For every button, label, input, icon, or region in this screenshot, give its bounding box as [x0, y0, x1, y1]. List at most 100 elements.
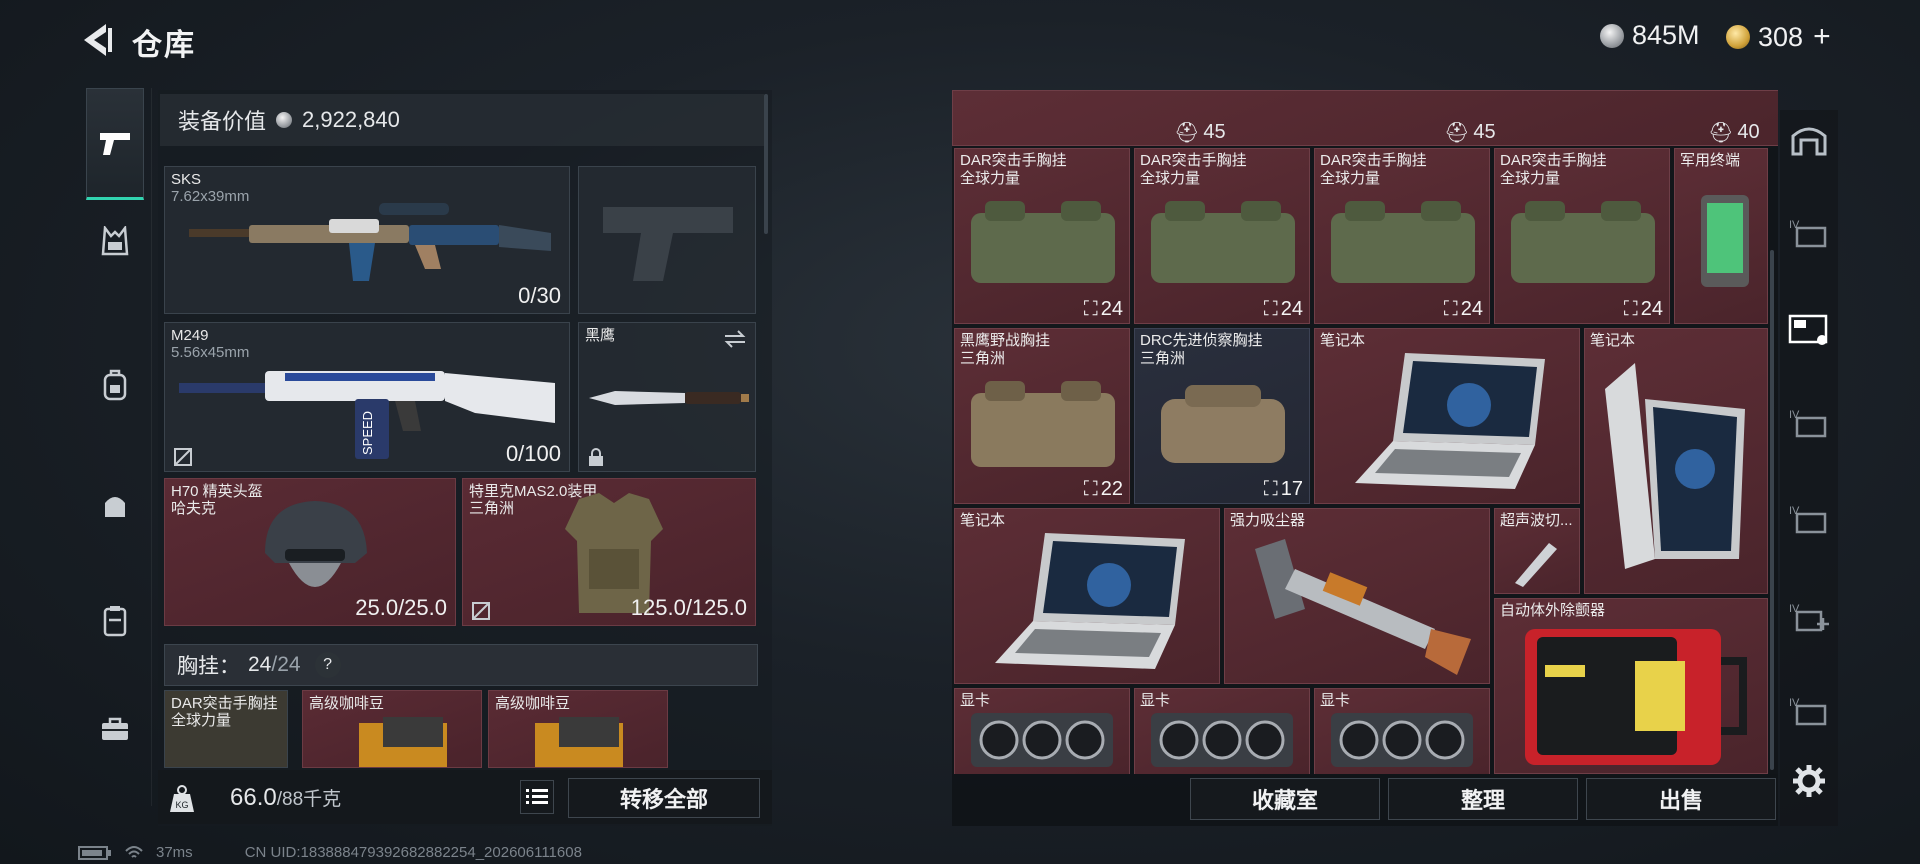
tab-level-4-b[interactable]: IV — [1786, 400, 1832, 446]
item-name: 笔记本 — [960, 512, 1006, 529]
rig-item-name: DAR突击手胸挂 — [171, 695, 278, 712]
nav-chest-rig[interactable] — [86, 212, 144, 270]
armor-durability: 125.0/125.0 — [630, 595, 747, 620]
rig-item-faction: 全球力量 — [171, 712, 232, 729]
chest-rig-image — [1161, 385, 1285, 463]
warehouse-item[interactable]: 笔记本 — [954, 508, 1220, 684]
warehouse-item[interactable]: DAR突击手胸挂 全球力量 ⛶ 24 — [1134, 148, 1310, 324]
back-button[interactable] — [78, 20, 114, 60]
warehouse-item[interactable]: 显卡 — [954, 688, 1130, 774]
tab-level-4-d[interactable]: IV — [1786, 594, 1832, 640]
primary-weapon-slot[interactable]: SKS 7.62x39mm 0/30 — [164, 166, 570, 314]
sell-button[interactable]: 出售 — [1586, 778, 1776, 820]
item-name: 强力吸尘器 — [1230, 512, 1306, 529]
chest-rig-image — [1511, 201, 1655, 283]
swap-icon[interactable] — [723, 329, 747, 349]
item-name: DAR突击手胸挂 — [1320, 152, 1427, 169]
no-insurance-icon — [472, 602, 490, 620]
storage-tier-icon: IV — [1789, 697, 1827, 726]
gold-currency[interactable]: 308 + — [1726, 20, 1831, 54]
item-name: DAR突击手胸挂 — [960, 152, 1067, 169]
list-view-button[interactable] — [520, 780, 554, 814]
storage-tier-add-icon: IV — [1789, 603, 1829, 632]
gold-coin-icon — [1726, 25, 1750, 49]
storage-tier-icon: IV — [1789, 409, 1827, 438]
rig-item[interactable]: 高级咖啡豆 — [302, 690, 482, 768]
chest-rig-small-icon: ⛑ — [1174, 122, 1200, 144]
laptop-image — [995, 533, 1185, 669]
item-name: 笔记本 — [1590, 332, 1636, 349]
warehouse-item[interactable]: 显卡 — [1314, 688, 1490, 774]
warehouse-item[interactable]: 强力吸尘器 — [1224, 508, 1490, 684]
chest-rig-bar: 胸挂： 24/24 ? — [164, 644, 758, 686]
warehouse-item[interactable]: DAR突击手胸挂 全球力量 ⛶ 24 — [1494, 148, 1670, 324]
secondary-weapon-slot[interactable]: M249 5.56x45mm SPEED 0/100 — [164, 322, 570, 472]
item-count: 24 — [1460, 298, 1483, 320]
gear-icon — [1793, 765, 1825, 797]
chest-rig-small-icon: ⛶ — [1443, 298, 1458, 320]
melee-slot[interactable]: 黑鹰 — [578, 322, 756, 472]
sks-rifle-image — [189, 203, 551, 281]
add-currency-icon[interactable]: + — [1813, 20, 1831, 54]
chest-rig-capacity: 24/24 — [248, 653, 301, 676]
ultrasonic-cutter-image — [1515, 543, 1557, 587]
tab-level-4-e[interactable]: IV — [1786, 688, 1832, 734]
pouch-icon — [105, 497, 125, 517]
warehouse-item[interactable]: 超声波切... — [1494, 508, 1580, 594]
item-count: 24 — [1280, 298, 1303, 320]
helmet-slot[interactable]: H70 精英头盔 哈夫克 25.0/25.0 — [164, 478, 456, 626]
graphics-card-image — [971, 713, 1113, 767]
warehouse-scrollbar[interactable] — [1770, 250, 1774, 770]
chest-rig-icon — [101, 226, 129, 256]
warehouse-item[interactable]: 军用终端 — [1674, 148, 1768, 324]
item-name: 笔记本 — [1320, 332, 1366, 349]
storage-tier-icon: IV — [1789, 219, 1827, 248]
settings-button[interactable] — [1786, 758, 1832, 804]
chest-rig-image — [1151, 201, 1295, 283]
svg-text:KG: KG — [175, 800, 188, 810]
graphics-card-image — [1151, 713, 1293, 767]
collection-room-button[interactable]: 收藏室 — [1190, 778, 1380, 820]
help-icon[interactable]: ? — [314, 652, 341, 678]
warehouse-item[interactable]: DRC先进侦察胸挂 三角洲 ⛶ 17 — [1134, 328, 1310, 504]
tab-level-4-a[interactable]: IV — [1786, 210, 1832, 256]
warehouse-arch-icon — [1791, 127, 1827, 156]
rig-item[interactable]: DAR突击手胸挂 全球力量 — [164, 690, 288, 768]
weapon-name: SKS — [171, 171, 202, 188]
rig-item[interactable]: 高级咖啡豆 — [488, 690, 668, 768]
rig-item-name: 高级咖啡豆 — [309, 695, 385, 712]
item-count: 17 — [1280, 478, 1303, 500]
warehouse-item[interactable]: DAR突击手胸挂 全球力量 ⛶ 24 — [1314, 148, 1490, 324]
tab-level-4-c[interactable]: IV — [1786, 496, 1832, 542]
item-count: 22 — [1100, 478, 1123, 500]
organize-button[interactable]: 整理 — [1388, 778, 1578, 820]
tab-all[interactable] — [1786, 116, 1832, 162]
item-faction: 三角洲 — [960, 350, 1006, 367]
svg-text:SPEED: SPEED — [360, 411, 375, 455]
warehouse-item[interactable]: 黑鹰野战胸挂 三角洲 ⛶ 22 — [954, 328, 1130, 504]
pistol-slot[interactable] — [578, 166, 756, 314]
nav-case[interactable] — [86, 592, 144, 650]
warehouse-item[interactable]: 自动体外除颤器 — [1494, 598, 1768, 774]
equipment-scrollbar[interactable] — [764, 94, 768, 234]
tab-expansion[interactable] — [1786, 306, 1832, 352]
warehouse-item[interactable]: 笔记本 — [1584, 328, 1768, 594]
transfer-all-button[interactable]: 转移全部 — [568, 778, 760, 818]
nav-pouch[interactable] — [86, 478, 144, 536]
chest-rig-small-icon: ⛶ — [1623, 298, 1638, 320]
list-icon — [526, 789, 548, 804]
warehouse-item[interactable]: 笔记本 — [1314, 328, 1580, 504]
coffee-beans-image — [535, 717, 623, 767]
warehouse-item[interactable]: 显卡 — [1134, 688, 1310, 774]
warehouse-item[interactable]: DAR突击手胸挂 全球力量 ⛶ 24 — [954, 148, 1130, 324]
vacuum-cleaner-image — [1255, 539, 1471, 675]
armor-slot[interactable]: 特里克MAS2.0装甲 三角洲 125.0/125.0 — [462, 478, 756, 626]
nav-weapons[interactable] — [86, 88, 144, 200]
coffee-beans-image — [359, 717, 447, 767]
nav-toolbox[interactable] — [86, 700, 144, 758]
nav-backpack[interactable] — [86, 356, 144, 414]
chest-rig-image — [1331, 201, 1475, 283]
equipment-value: 2,922,840 — [302, 107, 400, 132]
storage-tier-icon: IV — [1789, 505, 1827, 534]
left-nav — [78, 88, 152, 806]
